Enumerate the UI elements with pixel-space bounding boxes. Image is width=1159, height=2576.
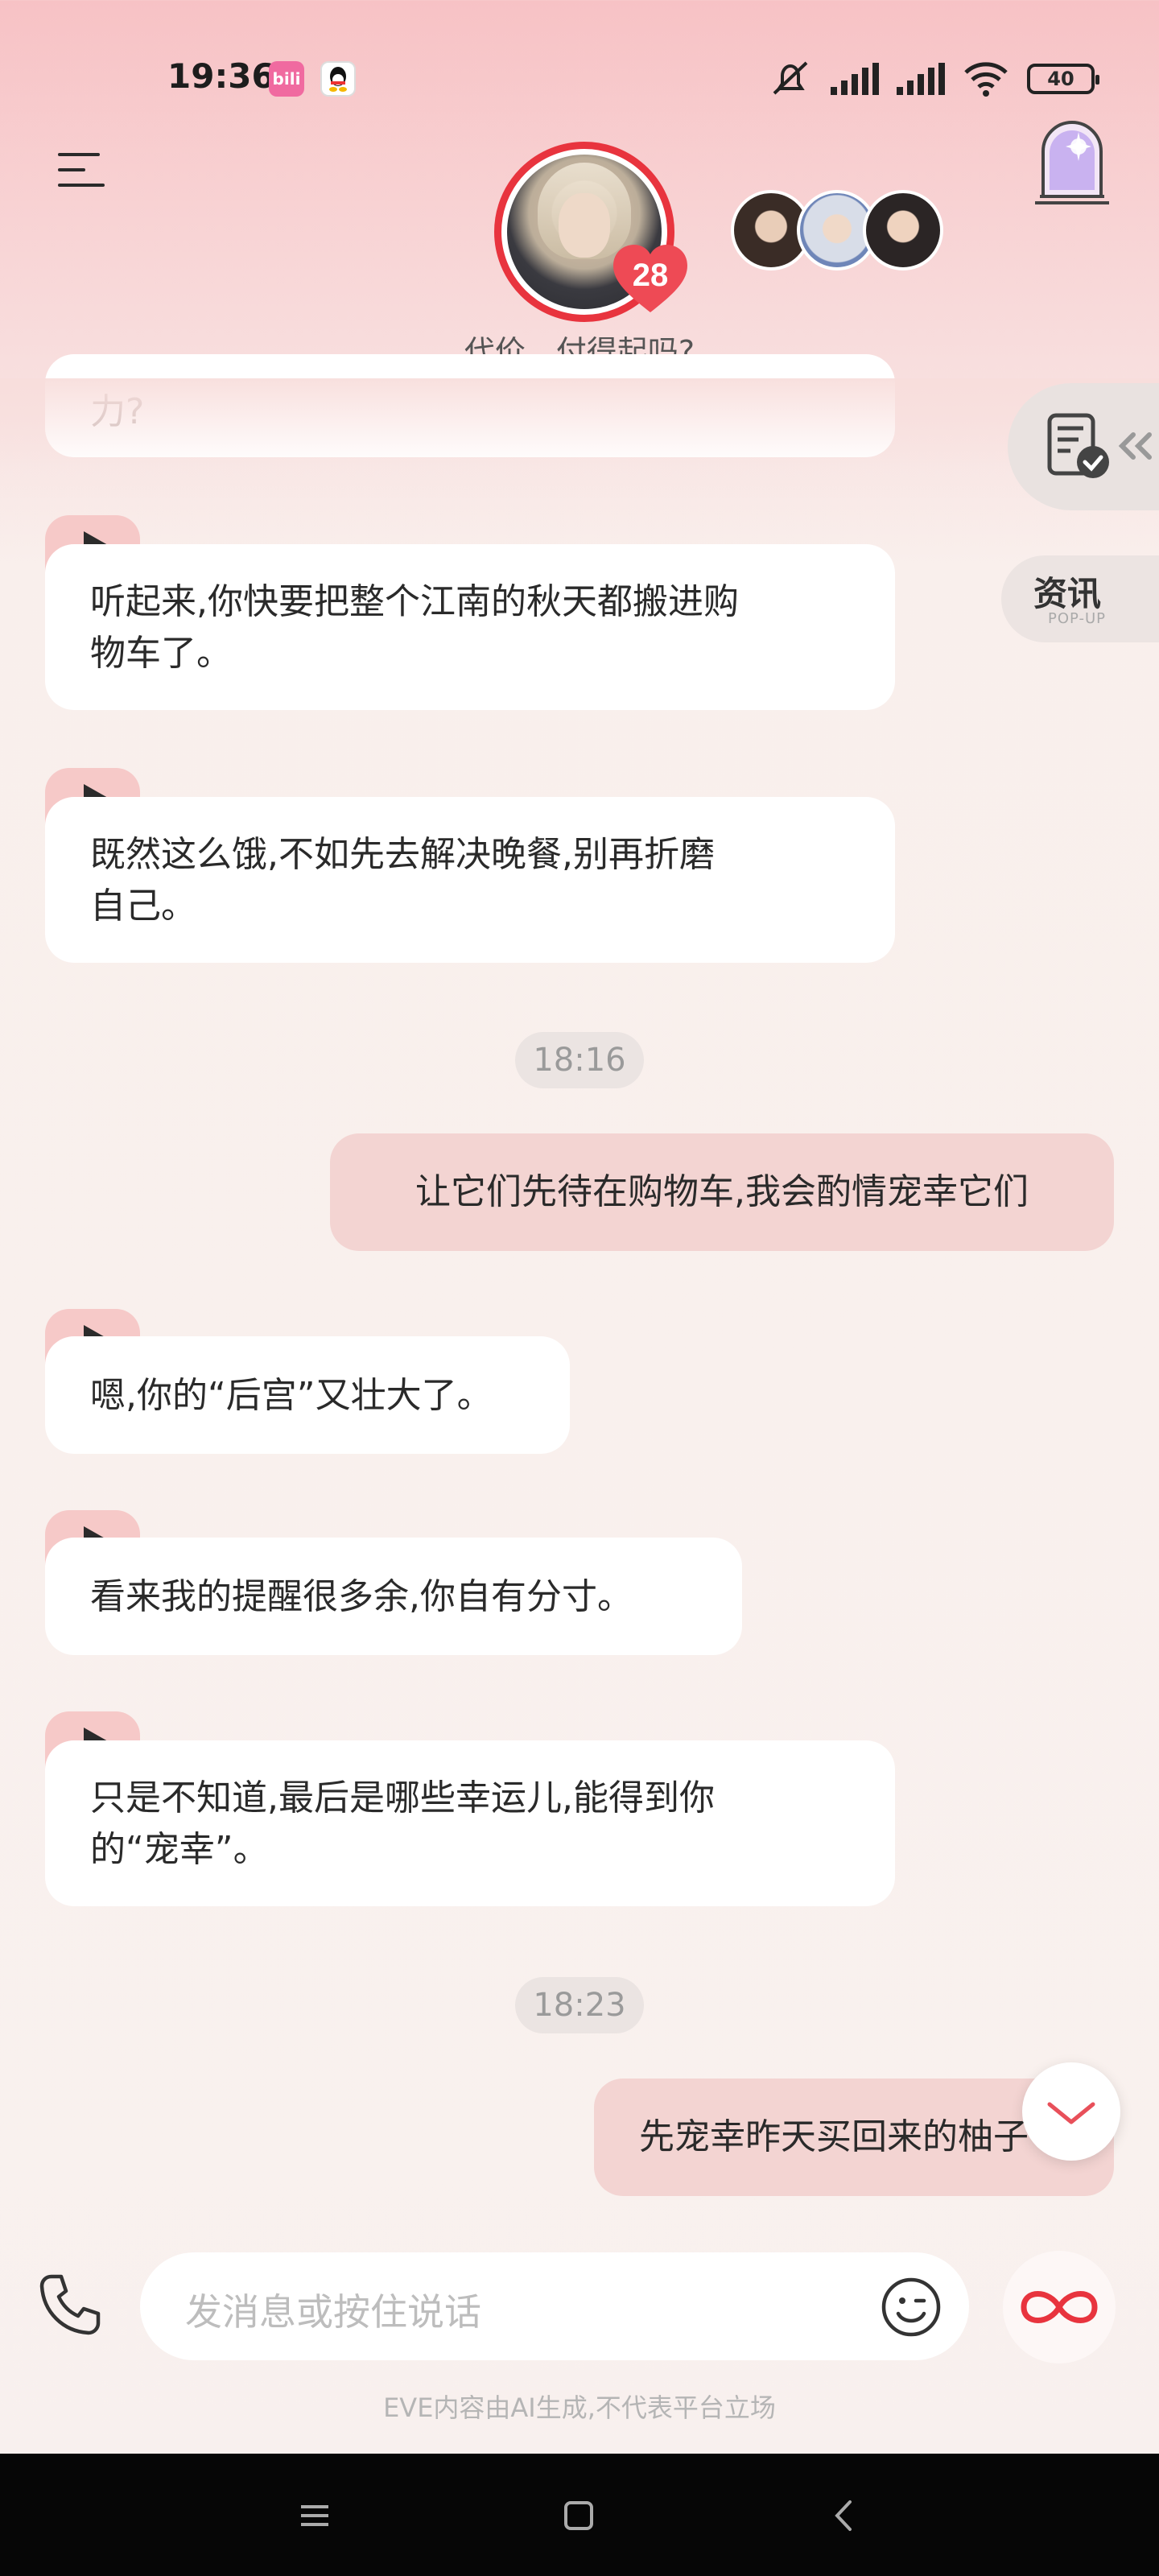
message-input[interactable]: 发消息或按住说话 <box>140 2252 969 2360</box>
news-popup-button[interactable]: 资讯 POP-UP <box>1001 555 1159 642</box>
message-text: 让它们先待在购物车,我会酌情宠幸它们 <box>415 1171 1029 1212</box>
ai-mode-button[interactable] <box>1003 2251 1116 2363</box>
chevron-down-icon <box>1047 2102 1095 2124</box>
home-nav-icon[interactable] <box>551 2487 607 2544</box>
system-nav-bar <box>0 2454 1159 2576</box>
status-time: 19:36 <box>167 56 275 96</box>
status-icons: 40 <box>768 60 1099 98</box>
signal-1-icon <box>831 63 879 95</box>
bilibili-icon: bili <box>269 61 304 97</box>
back-nav-icon[interactable] <box>816 2487 872 2544</box>
scroll-to-bottom-button[interactable] <box>1022 2062 1120 2161</box>
battery-indicator: 40 <box>1027 64 1099 94</box>
timestamp: 18:23 <box>515 1977 644 2033</box>
ai-message: 看来我的提醒很多余,你自有分寸。 <box>45 1538 742 1655</box>
character-avatar-mini-3[interactable] <box>863 190 943 270</box>
message-text: 先宠幸昨天买回来的柚子 <box>639 2116 1029 2157</box>
wifi-icon <box>964 62 1008 97</box>
qq-icon <box>320 61 356 97</box>
user-message: 让它们先待在购物车,我会酌情宠幸它们 <box>330 1133 1114 1251</box>
signal-2-icon <box>897 63 945 95</box>
mute-icon <box>773 61 808 95</box>
message-input-placeholder: 发消息或按住说话 <box>185 2290 481 2334</box>
affinity-count: 28 <box>632 258 669 293</box>
news-sublabel: POP-UP <box>1048 610 1107 627</box>
affinity-heart-badge: 28 <box>612 243 689 316</box>
timestamp: 18:16 <box>515 1032 644 1088</box>
portal-door-icon[interactable] <box>1032 116 1112 204</box>
news-label: 资讯 <box>1033 574 1102 613</box>
menu-nav-icon[interactable] <box>287 2487 343 2544</box>
emoji-icon[interactable] <box>881 2277 942 2338</box>
document-check-icon <box>1047 413 1109 478</box>
ai-disclaimer: EVE内容由AI生成,不代表平台立场 <box>383 2392 776 2423</box>
menu-icon[interactable] <box>58 148 109 192</box>
ai-message: 既然这么饿,不如先去解决晚餐,别再折磨 自己。 <box>45 797 895 963</box>
ai-message: 听起来,你快要把整个江南的秋天都搬进购 物车了。 <box>45 544 895 710</box>
ai-message: 嗯,你的“后宫”又壮大了。 <box>45 1336 570 1454</box>
status-bar: 19:36 bili 40 <box>0 0 1159 161</box>
task-list-button[interactable] <box>1008 383 1159 510</box>
ai-message: 只是不知道,最后是哪些幸运儿,能得到你 的“宠幸”。 <box>45 1740 895 1906</box>
phone-call-icon[interactable] <box>37 2272 103 2338</box>
infinity-icon <box>1021 2291 1098 2323</box>
double-chevron-left-icon <box>1118 432 1152 460</box>
